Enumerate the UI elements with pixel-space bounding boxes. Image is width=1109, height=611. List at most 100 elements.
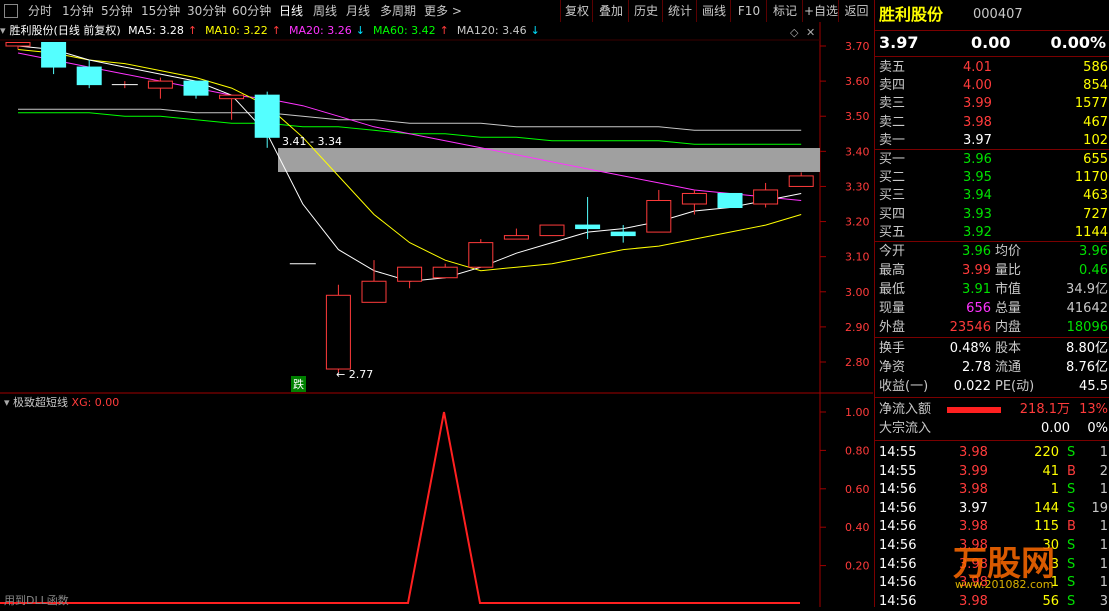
chevron-down-icon[interactable]: ▾ — [4, 396, 10, 409]
tick-time: 14:55 — [879, 445, 917, 460]
tool-button-4[interactable]: 画线 — [696, 0, 731, 22]
tool-button-5[interactable]: F10 — [730, 0, 767, 22]
ma-legend: ▾ 胜利股份(日线 前复权) MA5: 3.28 ↑ MA10: 3.22 ↑ MA20:… — [0, 22, 820, 40]
price-tick: 3.20 — [845, 216, 870, 229]
candle[interactable] — [325, 284, 351, 373]
period-tab-6[interactable]: 日线 — [279, 0, 303, 22]
period-tab-9[interactable]: 多周期 — [380, 0, 416, 22]
tick-row: 14:56 3.97 144 S 19 — [875, 499, 1109, 518]
price-tick: 3.40 — [845, 145, 870, 158]
watermark-url: www.201082.com — [955, 578, 1054, 591]
flow-row: 净流入额 218.1万 13% — [875, 400, 1109, 419]
tick-count: 1 — [1099, 538, 1108, 553]
tick-count: 1 — [1099, 556, 1108, 572]
indicator-name: 极致超短线 — [13, 396, 69, 409]
period-tab-5[interactable]: 60分钟 — [232, 0, 271, 22]
period-tab-2[interactable]: 5分钟 — [101, 0, 133, 22]
tool-button-2[interactable]: 历史 — [628, 0, 663, 22]
price-tick: 2.90 — [845, 321, 870, 334]
tick-side: S — [1067, 593, 1076, 609]
tick-price: 3.97 — [959, 500, 988, 516]
stock-header: 胜利股份 000407 — [875, 4, 1109, 26]
stat2-row: 净资 2.78 流通 8.76亿 — [875, 358, 1109, 377]
sell-price: 4.01 — [963, 60, 992, 75]
stat-label: 今开 — [879, 244, 906, 259]
indicator-tick: 0.60 — [845, 483, 870, 496]
stat-label: 现量 — [879, 301, 906, 316]
sell-price: 4.00 — [963, 78, 992, 94]
stat-label: 外盘 — [879, 320, 906, 335]
tick-row: 14:56 3.98 115 B 1 — [875, 517, 1109, 536]
buy-volume: 463 — [1083, 188, 1108, 204]
period-tab-3[interactable]: 15分钟 — [141, 0, 180, 22]
period-tab-0[interactable]: 分时 — [28, 0, 52, 22]
tick-price: 3.99 — [959, 463, 988, 479]
tick-side: S — [1067, 556, 1076, 572]
candle[interactable] — [539, 224, 565, 237]
tool-button-3[interactable]: 统计 — [662, 0, 697, 22]
candle[interactable] — [468, 239, 494, 268]
quote-summary: 3.97 0.00 0.00% — [875, 32, 1109, 54]
sell-label: 卖三 — [879, 96, 906, 112]
price-tick: 3.60 — [845, 75, 870, 88]
price-tick: 3.10 — [845, 251, 870, 264]
sell-row-5: 卖五 4.01 586 — [875, 58, 1109, 77]
price-tick: 2.80 — [845, 356, 870, 369]
stat-label: 净资 — [879, 360, 906, 375]
period-tab-10[interactable]: 更多 > — [424, 0, 462, 22]
stat-value: 8.76亿 — [1066, 360, 1108, 375]
sell-price: 3.99 — [963, 96, 992, 112]
tool-button-8[interactable]: 返回 — [838, 0, 874, 22]
tool-button-1[interactable]: 叠加 — [592, 0, 629, 22]
sell-label: 卖五 — [879, 60, 906, 75]
period-toolbar: 分时 1分钟 5分钟 15分钟 30分钟 60分钟 日线 周线 月线 多周期 更多 > 复权 叠加 历史统… — [0, 0, 873, 23]
candle[interactable] — [717, 192, 743, 209]
tick-time: 14:56 — [879, 593, 917, 609]
period-tab-1[interactable]: 1分钟 — [62, 0, 94, 22]
flow-label: 大宗流入 — [879, 421, 932, 436]
buy-price: 3.95 — [963, 170, 992, 186]
price-tick: 3.30 — [845, 180, 870, 193]
tool-button-7[interactable]: +自选 — [802, 0, 839, 22]
stat-value: 3.96 — [1079, 244, 1108, 259]
sell-row-4: 卖四 4.00 854 — [875, 76, 1109, 95]
tool-button-6[interactable]: 标记 — [766, 0, 803, 22]
sell-volume: 467 — [1083, 114, 1108, 130]
period-tab-7[interactable]: 周线 — [313, 0, 337, 22]
indicator-footer: 用到DLL函数 — [4, 594, 69, 607]
chevron-down-icon[interactable]: ▾ — [0, 24, 6, 37]
sell-price: 3.97 — [963, 132, 992, 148]
buy-label: 买五 — [879, 224, 906, 240]
stat-label: 流通 — [995, 360, 1022, 375]
drop-tag: 跌 — [291, 376, 306, 392]
list-icon[interactable] — [4, 4, 18, 18]
stock-name: 胜利股份 — [879, 5, 944, 24]
buy-row-3: 买三 3.94 463 — [875, 186, 1109, 205]
tick-time: 14:56 — [879, 500, 917, 516]
stat-value: 3.91 — [962, 282, 991, 297]
stat-label: 最低 — [879, 282, 906, 297]
tick-time: 14:55 — [879, 463, 917, 479]
tick-row: 14:56 3.98 56 S 3 — [875, 592, 1109, 611]
price-change-pct: 0.00% — [1050, 33, 1106, 52]
tick-row: 14:55 3.98 220 S 1 — [875, 443, 1109, 462]
period-tab-8[interactable]: 月线 — [346, 0, 370, 22]
stat-label: 均价 — [995, 244, 1022, 259]
tick-side: S — [1067, 445, 1076, 460]
stat-value: 0.46 — [1079, 263, 1108, 278]
chart-title: 胜利股份(日线 前复权) — [9, 24, 121, 37]
period-tab-4[interactable]: 30分钟 — [187, 0, 226, 22]
tick-volume: 144 — [1034, 500, 1059, 516]
buy-label: 买一 — [879, 152, 906, 167]
tool-button-0[interactable]: 复权 — [560, 0, 593, 22]
stat-value: 45.5 — [1079, 379, 1108, 394]
tick-count: 1 — [1099, 445, 1108, 460]
flow-pct: 0% — [1087, 421, 1108, 436]
kline-chart[interactable]: 3.70 3.60 3.50 3.40 3.30 3.20 3.10 3.00 2.90 2.80… — [0, 22, 873, 607]
stat-row: 外盘 23546 内盘 18096 — [875, 318, 1109, 337]
stat-label: 内盘 — [995, 320, 1022, 335]
tick-side: B — [1067, 519, 1076, 535]
buy-volume: 1144 — [1074, 224, 1108, 240]
stat-label: 换手 — [879, 341, 906, 356]
flow-label: 净流入额 — [879, 402, 932, 417]
